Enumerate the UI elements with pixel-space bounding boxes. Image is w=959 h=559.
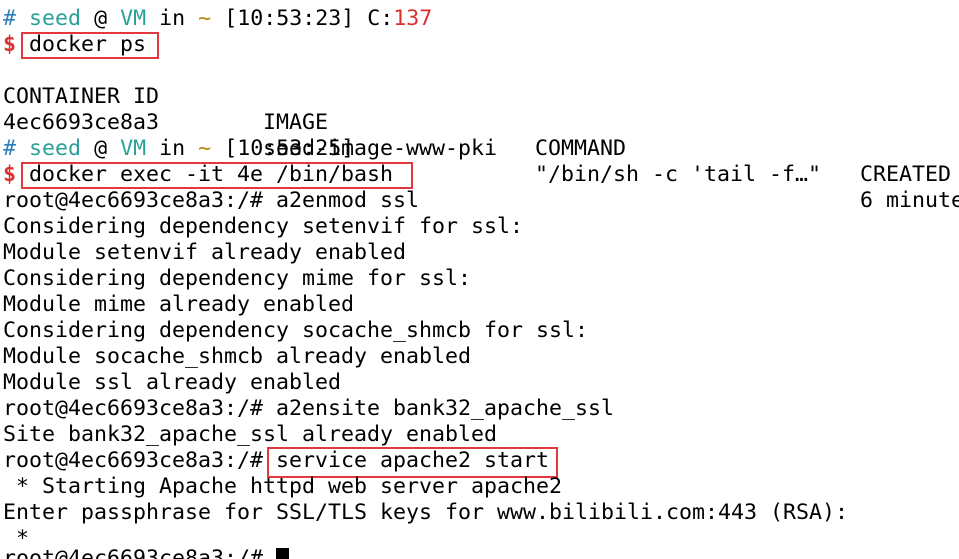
ps-cell-created: 6 minute <box>860 188 959 213</box>
output-line: Considering dependency socache_shmcb for… <box>3 318 589 343</box>
prompt-dir: ~ <box>198 6 212 31</box>
prompt-hash: # <box>3 6 17 31</box>
ps-cell-container-id: 4ec6693ce8a3 <box>3 110 160 135</box>
terminal-window[interactable]: # seed @ VM in ~ [10:53:23] C:137 $ dock… <box>0 0 959 559</box>
prompt-in: in <box>159 136 186 161</box>
prompt-time: [10:53:25] <box>224 136 355 161</box>
last-prompt-line[interactable]: root@4ec6693ce8a3:/# <box>3 546 290 559</box>
prompt-line-1: # seed @ VM in ~ [10:53:23] C:137 <box>3 6 432 32</box>
prompt-host: VM <box>120 136 147 161</box>
output-line: * Starting Apache httpd web server apach… <box>3 474 563 499</box>
ps-cell-command: "/bin/sh -c 'tail -f…" <box>535 162 822 187</box>
command-line-1: $ docker ps <box>3 32 146 58</box>
output-line: Module ssl already enabled <box>3 370 342 395</box>
dollar-sign: $ <box>3 162 17 187</box>
prompt-user: seed <box>29 136 82 161</box>
root-prompt: root@4ec6693ce8a3:/# <box>3 448 264 473</box>
prompt-exit-label: C: <box>367 6 394 31</box>
command-line-2: $ docker exec -it 4e /bin/bash <box>3 162 393 188</box>
output-line: Module mime already enabled <box>3 292 355 317</box>
output-line: Module socache_shmcb already enabled <box>3 344 472 369</box>
ps-header-image: IMAGE <box>263 110 329 135</box>
ps-header-row: CONTAINER ID IMAGE COMMAND CREATED <box>3 58 951 187</box>
output-line: root@4ec6693ce8a3:/# a2enmod ssl <box>3 188 420 213</box>
command-text: docker exec -it 4e /bin/bash <box>29 162 394 187</box>
prompt-hash: # <box>3 136 17 161</box>
root-prompt: root@4ec6693ce8a3:/# <box>3 546 264 559</box>
output-line: Site bank32_apache_ssl already enabled <box>3 422 498 447</box>
command-text: service apache2 start <box>276 448 550 473</box>
prompt-dir: ~ <box>198 136 212 161</box>
prompt-at: @ <box>94 6 108 31</box>
prompt-exit-code: 137 <box>393 6 433 31</box>
dollar-sign: $ <box>3 32 17 57</box>
output-line: root@4ec6693ce8a3:/# a2ensite bank32_apa… <box>3 396 615 421</box>
prompt-host: VM <box>120 6 147 31</box>
prompt-in: in <box>159 6 186 31</box>
output-line: Considering dependency mime for ssl: <box>3 266 472 291</box>
output-line: Module setenvif already enabled <box>3 240 407 265</box>
prompt-time: [10:53:23] <box>224 6 355 31</box>
prompt-user: seed <box>29 6 82 31</box>
command-text: docker ps <box>29 32 147 57</box>
command-line-3: root@4ec6693ce8a3:/# service apache2 sta… <box>3 448 549 474</box>
text-cursor <box>276 548 290 559</box>
ps-header-command: COMMAND <box>535 136 627 161</box>
output-line: Considering dependency setenvif for ssl: <box>3 214 524 239</box>
output-line: Enter passphrase for SSL/TLS keys for ww… <box>3 500 849 525</box>
prompt-line-2: # seed @ VM in ~ [10:53:25] <box>3 136 354 162</box>
ps-data-row: 4ec6693ce8a3 seed-image-www-pki "/bin/sh… <box>3 84 959 213</box>
ps-header-created: CREATED <box>860 162 952 187</box>
prompt-at: @ <box>94 136 108 161</box>
